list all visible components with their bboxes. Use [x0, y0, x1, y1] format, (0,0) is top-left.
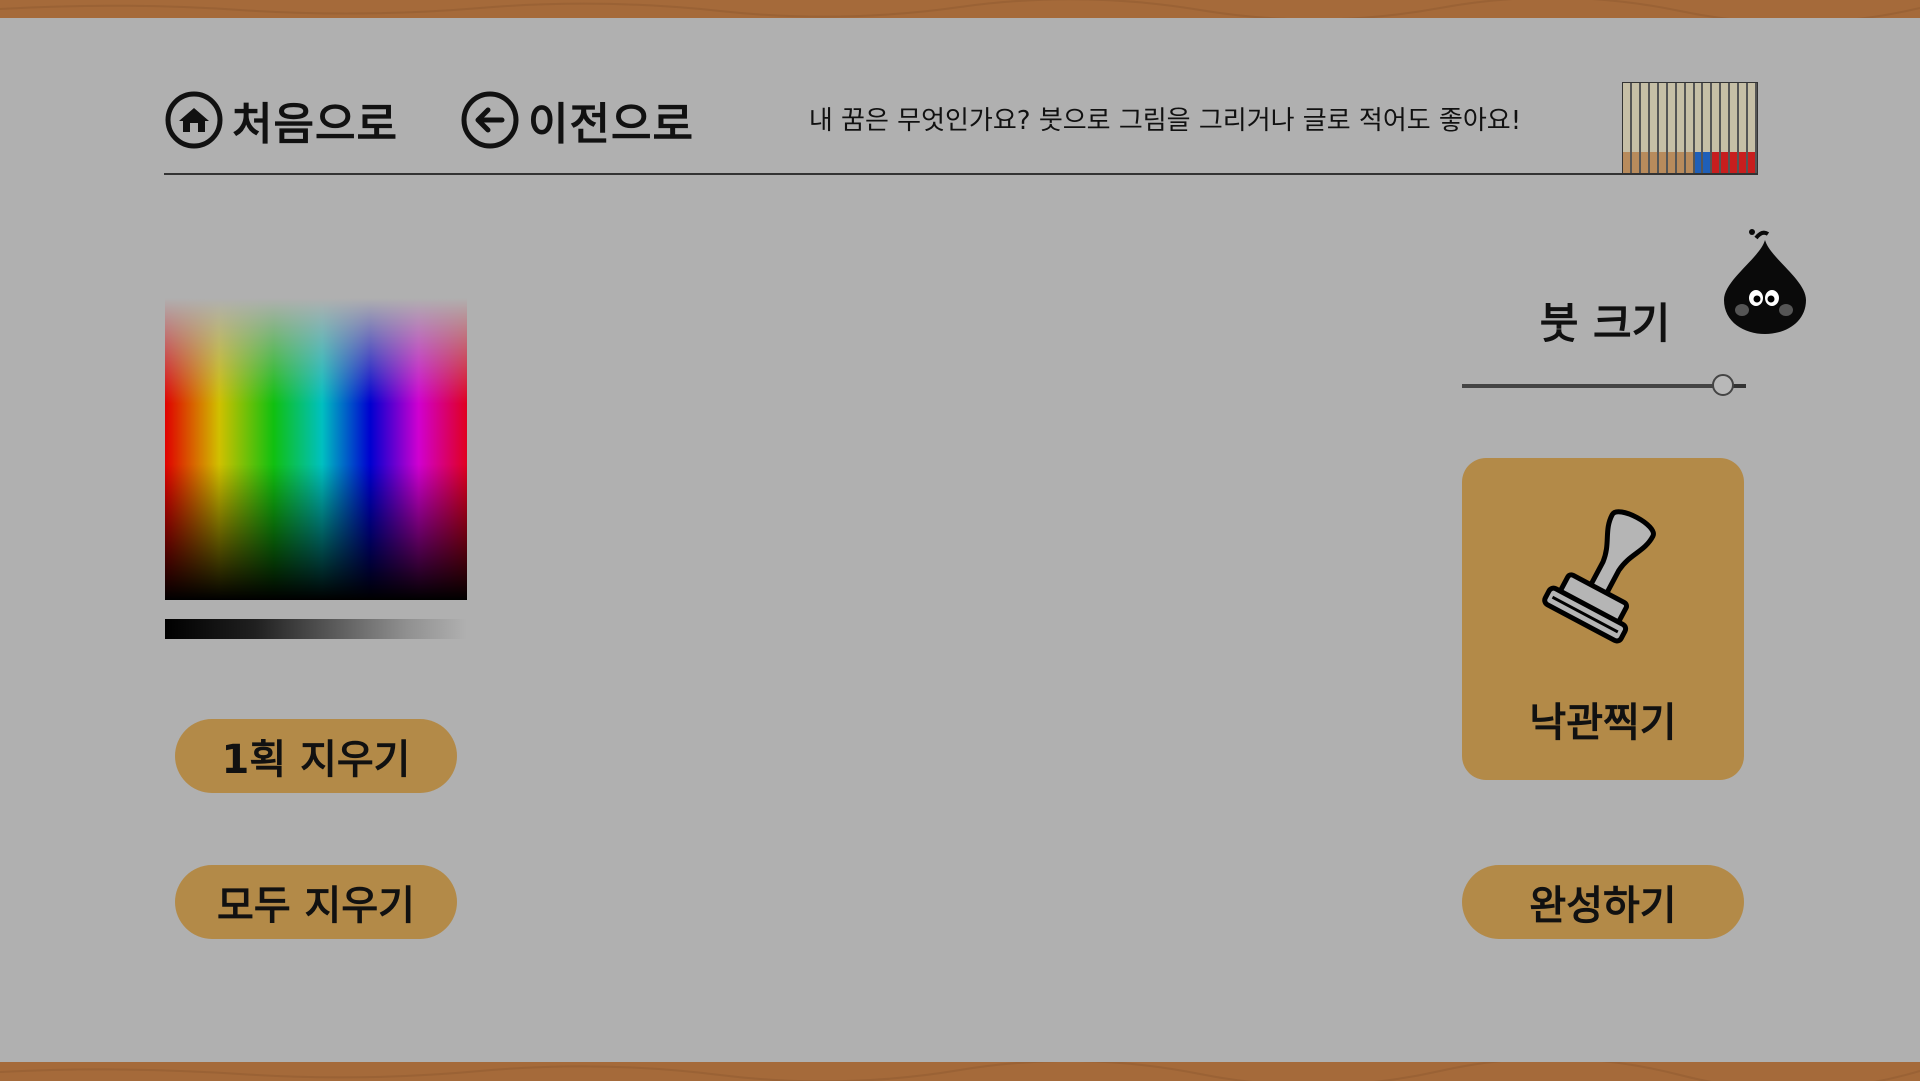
- progress-cell: [1667, 83, 1677, 174]
- brush-size-track[interactable]: [1462, 384, 1746, 388]
- brush-size-fill: [1462, 384, 1724, 388]
- bottom-wood-border: [0, 1062, 1920, 1081]
- brush-size-handle[interactable]: [1712, 374, 1735, 396]
- progress-cell: [1640, 83, 1650, 174]
- progress-cell: [1658, 83, 1668, 174]
- progress-cell: [1748, 83, 1757, 174]
- progress-cell: [1739, 83, 1749, 174]
- drawing-prompt: 내 꿈은 무엇인가요? 붓으로 그림을 그리거나 글로 적어도 좋아요!: [808, 106, 1522, 136]
- lightness-slider[interactable]: [165, 619, 467, 639]
- undo-stroke-button[interactable]: 1획 지우기: [175, 719, 457, 793]
- stamp-button[interactable]: 낙관찍기: [1462, 458, 1744, 780]
- clear-all-button[interactable]: 모두 지우기: [175, 865, 457, 939]
- progress-cell: [1730, 83, 1740, 174]
- progress-cell: [1631, 83, 1641, 174]
- progress-cell: [1703, 83, 1713, 174]
- color-picker[interactable]: [165, 298, 467, 600]
- back-button[interactable]: 이전으로: [460, 90, 694, 150]
- progress-cell: [1712, 83, 1722, 174]
- brush-size-label: 붓 크기: [1539, 299, 1671, 348]
- stamp-label: 낙관찍기: [1529, 700, 1677, 746]
- arrow-left-icon: [461, 91, 519, 149]
- progress-cell: [1685, 83, 1695, 174]
- header-divider: [164, 173, 1758, 175]
- top-wood-border: [0, 0, 1920, 18]
- finish-button[interactable]: 완성하기: [1462, 865, 1744, 939]
- home-icon: [165, 91, 223, 149]
- stamp-icon: [1542, 509, 1656, 644]
- back-label: 이전으로: [528, 99, 694, 150]
- progress-cell: [1721, 83, 1731, 174]
- progress-cell: [1623, 83, 1632, 174]
- home-button[interactable]: 처음으로: [164, 90, 398, 150]
- progress-thumbnail: [1622, 82, 1758, 175]
- progress-cell: [1694, 83, 1704, 174]
- ink-drop-mascot-icon: [1724, 229, 1806, 334]
- progress-cell: [1676, 83, 1686, 174]
- home-label: 처음으로: [232, 99, 398, 150]
- progress-cell: [1649, 83, 1659, 174]
